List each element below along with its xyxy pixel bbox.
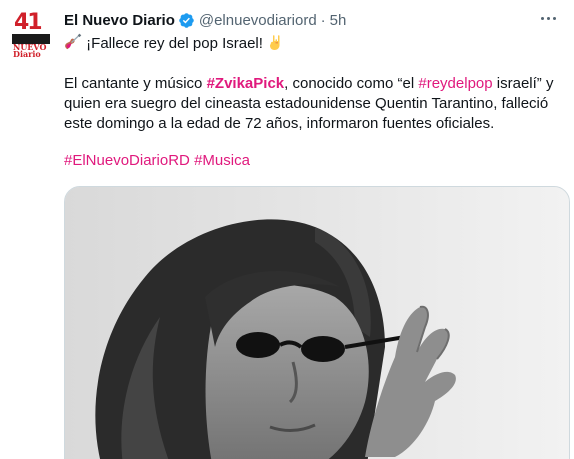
avatar-word-diario: Diario bbox=[13, 49, 41, 59]
avatar[interactable]: 41 NUEVO Diario bbox=[12, 10, 52, 59]
hashtag-elnuevodiariord[interactable]: #ElNuevoDiarioRD bbox=[64, 152, 190, 169]
author-handle[interactable]: @elnuevodiariord bbox=[199, 12, 317, 29]
body-text-2: , conocido como “el bbox=[284, 75, 419, 92]
tweet-media-photo[interactable] bbox=[64, 186, 570, 459]
headline-text: ¡Fallece rey del pop Israel! bbox=[86, 35, 263, 52]
tweet-body: El cantante y músico #ZvikaPick, conocid… bbox=[64, 74, 564, 134]
tweet-hashtags: #ElNuevoDiarioRD #Musica bbox=[64, 151, 564, 171]
body-text-1: El cantante y músico bbox=[64, 75, 207, 92]
tweet-header: El Nuevo Diario @elnuevodiariord · 5h bbox=[64, 10, 346, 30]
separator-dot: · bbox=[320, 11, 326, 29]
tweet[interactable]: 41 NUEVO Diario El Nuevo Diario @elnuevo… bbox=[0, 0, 574, 459]
hashtag-reydelpop[interactable]: #reydelpop bbox=[418, 75, 492, 92]
photo-man-with-sunglasses-icon bbox=[65, 187, 569, 459]
verified-badge-icon bbox=[179, 12, 194, 28]
guitar-icon bbox=[65, 33, 82, 50]
rock-hand-icon bbox=[270, 35, 280, 50]
avatar-number: 41 bbox=[14, 10, 43, 35]
more-options-icon[interactable] bbox=[536, 8, 560, 28]
author-name[interactable]: El Nuevo Diario bbox=[64, 12, 175, 29]
hashtag-zvikapick[interactable]: #ZvikaPick bbox=[207, 75, 285, 92]
hashtag-musica[interactable]: #Musica bbox=[194, 152, 250, 169]
tweet-timestamp[interactable]: 5h bbox=[330, 12, 347, 29]
tweet-headline: ¡Fallece rey del pop Israel! bbox=[64, 33, 564, 54]
